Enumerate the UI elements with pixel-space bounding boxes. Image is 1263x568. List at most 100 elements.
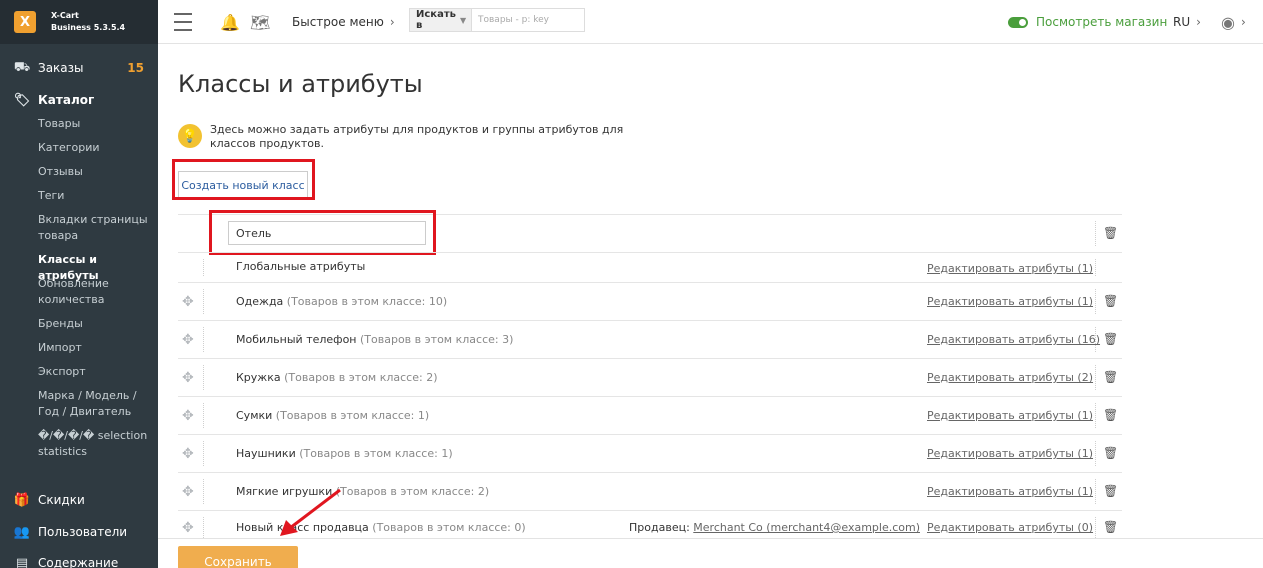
search-scope-select[interactable]: Искать в ▼ — [410, 9, 472, 31]
trash-icon[interactable]: 🗑 — [1103, 520, 1118, 534]
divider — [1095, 327, 1096, 352]
drag-handle-icon[interactable]: ✥ — [182, 332, 194, 348]
toggle-icon — [1008, 16, 1028, 28]
save-button[interactable]: Сохранить — [178, 546, 298, 568]
class-title: Мобильный телефон — [236, 333, 357, 346]
lightbulb-icon: 💡 — [178, 124, 202, 148]
sidebar-sub-reviews[interactable]: Отзывы — [38, 164, 153, 180]
sidebar-sub-product-tabs[interactable]: Вкладки страницы товара — [38, 212, 153, 244]
sidebar-item-users[interactable]: 👥 Пользователи — [0, 523, 158, 541]
trash-icon[interactable]: 🗑 — [1103, 226, 1118, 240]
page-title: Классы и атрибуты — [178, 70, 423, 98]
class-name: Наушники (Товаров в этом классе: 1) — [236, 447, 453, 460]
language-select[interactable]: RU › — [1173, 0, 1201, 44]
divider — [1095, 289, 1096, 314]
divider — [203, 289, 204, 314]
divider — [1095, 365, 1096, 390]
class-name: Одежда (Товаров в этом классе: 10) — [236, 295, 447, 308]
bottom-bar — [158, 538, 1263, 568]
brand[interactable]: X X-Cart Business 5.3.5.4 — [0, 0, 158, 44]
caret-down-icon: ▼ — [459, 15, 467, 25]
sidebar-item-catalog[interactable]: 🏷 Каталог — [0, 91, 158, 109]
class-count: (Товаров в этом классе: 1) — [275, 409, 430, 422]
drag-handle-icon[interactable]: ✥ — [182, 484, 194, 500]
trash-icon[interactable]: 🗑 — [1103, 332, 1118, 346]
sidebar-sub-brands[interactable]: Бренды — [38, 316, 153, 332]
edit-attributes-link[interactable]: Редактировать атрибуты (1) — [927, 295, 1093, 308]
sidebar-item-label: Заказы — [38, 61, 84, 75]
divider — [203, 403, 204, 428]
sidebar-sub-make-model[interactable]: Марка / Модель / Год / Двигатель — [38, 388, 153, 420]
seller-info: Продавец: Merchant Co (merchant4@example… — [629, 521, 920, 534]
orders-count-badge: 15 — [127, 61, 144, 75]
sidebar-sub-update-quantity[interactable]: Обновление количества — [38, 276, 153, 308]
highlight-frame — [209, 210, 436, 255]
chevron-right-icon: › — [389, 15, 395, 29]
divider — [1095, 221, 1096, 246]
class-count: (Товаров в этом классе: 3) — [360, 333, 514, 346]
users-icon: 👥 — [13, 524, 31, 540]
class-name: Сумки (Товаров в этом классе: 1) — [236, 409, 429, 422]
map-icon[interactable]: 🗺 — [250, 0, 270, 44]
class-count: (Товаров в этом классе: 1) — [299, 447, 453, 460]
seller-link[interactable]: Merchant Co (merchant4@example.com) — [693, 521, 920, 534]
sidebar-sub-tags[interactable]: Теги — [38, 188, 153, 204]
divider — [203, 365, 204, 390]
search-input[interactable]: Товары - p: key — [472, 9, 555, 31]
chevron-right-icon: › — [1196, 15, 1201, 29]
top-bar: 🔔 🗺 Быстрое меню › Искать в ▼ Товары - p… — [158, 0, 1263, 44]
divider — [203, 441, 204, 466]
edit-attributes-link[interactable]: Редактировать атрибуты (1) — [927, 262, 1093, 275]
orders-icon: ⛟ — [13, 59, 31, 75]
view-store-label: Посмотреть магазин — [1036, 15, 1168, 29]
brand-version: Business 5.3.5.4 — [51, 23, 126, 32]
edit-attributes-link[interactable]: Редактировать атрибуты (16) — [927, 333, 1100, 346]
divider — [1095, 259, 1096, 276]
divider — [1095, 441, 1096, 466]
quick-menu[interactable]: Быстрое меню › — [292, 0, 395, 44]
user-menu[interactable]: ◉ › — [1221, 0, 1246, 44]
drag-handle-icon[interactable]: ✥ — [182, 408, 194, 424]
drag-handle-icon[interactable]: ✥ — [182, 294, 194, 310]
quick-menu-label: Быстрое меню — [292, 15, 384, 29]
trash-icon[interactable]: 🗑 — [1103, 294, 1118, 308]
gift-icon: 🎁 — [13, 492, 31, 508]
sidebar-item-content[interactable]: ▤ Содержание — [0, 554, 158, 568]
hint-text: Здесь можно задать атрибуты для продукто… — [210, 123, 624, 150]
sidebar-sub-products[interactable]: Товары — [38, 116, 153, 132]
table-row: ✥ Наушники (Товаров в этом классе: 1) Ре… — [178, 434, 1122, 472]
divider — [1095, 479, 1096, 504]
drag-handle-icon[interactable]: ✥ — [182, 370, 194, 386]
sidebar-item-label: Содержание — [38, 556, 119, 568]
search-scope-label: Искать в — [416, 9, 456, 31]
drag-handle-icon[interactable]: ✥ — [182, 446, 194, 462]
trash-icon[interactable]: 🗑 — [1103, 446, 1118, 460]
divider — [1095, 403, 1096, 428]
menu-icon[interactable] — [174, 0, 192, 44]
class-count: (Товаров в этом классе: 10) — [286, 295, 448, 308]
content-icon: ▤ — [15, 555, 29, 568]
class-name: Кружка (Товаров в этом классе: 2) — [236, 371, 438, 384]
table-row: ✥ Кружка (Товаров в этом классе: 2) Реда… — [178, 358, 1122, 396]
drag-handle-icon[interactable]: ✥ — [182, 520, 194, 536]
sidebar-sub-categories[interactable]: Категории — [38, 140, 153, 156]
edit-attributes-link[interactable]: Редактировать атрибуты (2) — [927, 371, 1093, 384]
trash-icon[interactable]: 🗑 — [1103, 370, 1118, 384]
sidebar-item-discounts[interactable]: 🎁 Скидки — [0, 491, 158, 509]
sidebar-item-label: Каталог — [38, 93, 95, 107]
view-store-toggle[interactable]: Посмотреть магазин — [1008, 0, 1167, 44]
trash-icon[interactable]: 🗑 — [1103, 484, 1118, 498]
sidebar-item-orders[interactable]: ⛟ Заказы 15 — [0, 59, 158, 77]
class-title: Сумки — [236, 409, 273, 422]
trash-icon[interactable]: 🗑 — [1103, 408, 1118, 422]
sidebar-sub-selection-stats[interactable]: �/�/�/� selection statistics — [38, 428, 153, 460]
edit-attributes-link[interactable]: Редактировать атрибуты (1) — [927, 409, 1093, 422]
edit-attributes-link[interactable]: Редактировать атрибуты (1) — [927, 485, 1093, 498]
edit-attributes-link[interactable]: Редактировать атрибуты (0) — [927, 521, 1093, 534]
brand-name: X-Cart — [51, 11, 79, 20]
bell-icon[interactable]: 🔔 — [220, 0, 240, 44]
edit-attributes-link[interactable]: Редактировать атрибуты (1) — [927, 447, 1093, 460]
sidebar-sub-import[interactable]: Импорт — [38, 340, 153, 356]
sidebar-sub-export[interactable]: Экспорт — [38, 364, 153, 380]
user-icon: ◉ — [1221, 12, 1235, 32]
